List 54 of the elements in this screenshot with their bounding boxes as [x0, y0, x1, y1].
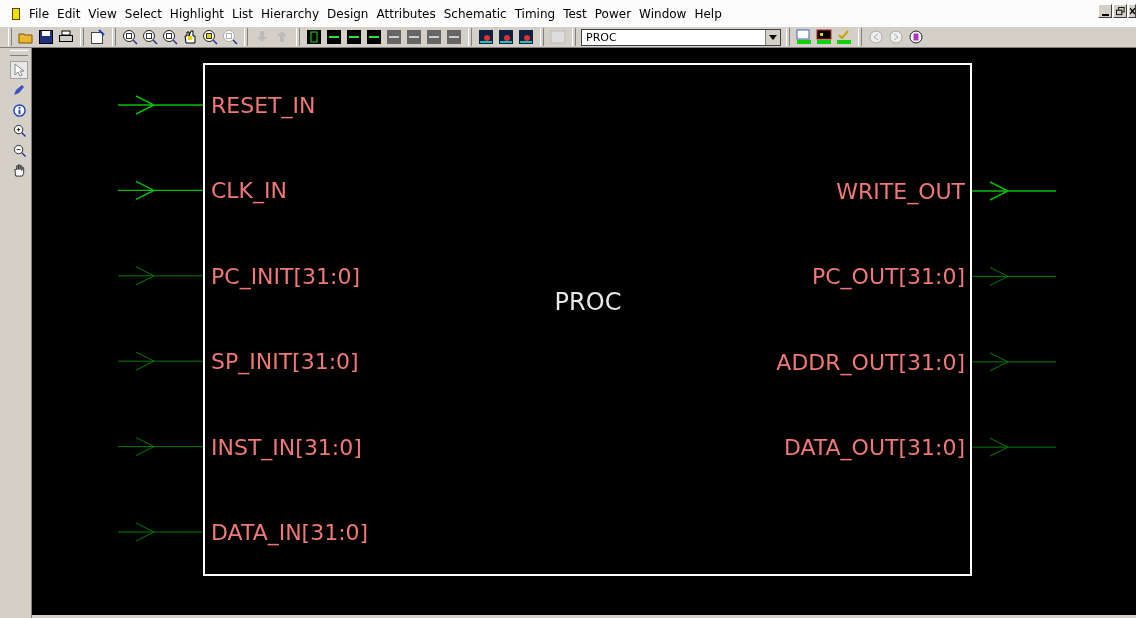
info-icon[interactable]: [10, 101, 28, 119]
toolbar-icon[interactable]: [497, 28, 515, 46]
close-icon: [1129, 6, 1135, 16]
app-icon: [12, 7, 20, 20]
toolbar-icon[interactable]: [325, 28, 343, 46]
dropdown-arrow-icon: [769, 34, 777, 40]
pin-label: INST_IN[31:0]: [211, 434, 362, 460]
menu-item[interactable]: Highlight: [165, 6, 229, 21]
pin-label: RESET_IN: [211, 93, 316, 118]
menu-item[interactable]: Design: [323, 6, 373, 21]
toolbar-icon[interactable]: [345, 28, 363, 46]
menu-item[interactable]: Select: [120, 6, 166, 21]
pin-label: PC_OUT[31:0]: [811, 264, 965, 290]
block-name: PROC: [554, 288, 622, 316]
menu-item[interactable]: Schematic: [439, 6, 511, 21]
list-icon[interactable]: [907, 28, 925, 46]
menu-item[interactable]: Power: [590, 6, 636, 21]
pin-label: CLK_IN: [211, 178, 287, 204]
pin-label: PC_INIT[31:0]: [211, 263, 361, 289]
pointer-icon[interactable]: [10, 61, 28, 79]
minimize-icon: [1101, 13, 1109, 16]
pin-label: ADDR_OUT[31:0]: [776, 349, 965, 375]
pin-label: SP_INIT[31:0]: [211, 349, 359, 375]
menu-item[interactable]: Timing: [510, 6, 560, 21]
menu-item[interactable]: File: [25, 6, 54, 21]
pin-label: DATA_IN[31:0]: [211, 520, 369, 545]
checkmark-icon[interactable]: [835, 28, 853, 46]
zoom-icon[interactable]: [141, 28, 159, 46]
menu-item[interactable]: Edit: [53, 6, 85, 21]
zoom-icon[interactable]: [201, 28, 219, 46]
restore-button[interactable]: [1113, 4, 1127, 18]
toolbar-icon[interactable]: [477, 28, 495, 46]
hand-icon[interactable]: [181, 28, 199, 46]
menu-item[interactable]: Window: [635, 6, 691, 21]
menu-item[interactable]: Help: [690, 6, 726, 21]
design-dropdown[interactable]: PROC: [581, 28, 781, 46]
window-icon[interactable]: [815, 28, 833, 46]
minimize-button[interactable]: [1098, 4, 1112, 18]
toolbar-icon[interactable]: [365, 28, 383, 46]
save-icon[interactable]: [37, 28, 55, 46]
chip-icon[interactable]: [305, 28, 323, 46]
zoom-icon[interactable]: [161, 28, 179, 46]
menu-item[interactable]: View: [84, 6, 121, 21]
zoom-icon[interactable]: [121, 28, 139, 46]
properties-icon[interactable]: [89, 28, 107, 46]
pin-label: DATA_OUT[31:0]: [783, 435, 965, 461]
toolbar-icon[interactable]: [517, 28, 535, 46]
restore-icon: [1115, 6, 1125, 16]
pin-label: WRITE_OUT: [836, 179, 965, 204]
menu-item[interactable]: List: [228, 6, 258, 21]
menu-item[interactable]: Hierarchy: [257, 6, 324, 21]
menu-item[interactable]: Attributes: [372, 6, 440, 21]
close-button[interactable]: [1128, 4, 1136, 18]
menu-item[interactable]: Test: [559, 6, 591, 21]
